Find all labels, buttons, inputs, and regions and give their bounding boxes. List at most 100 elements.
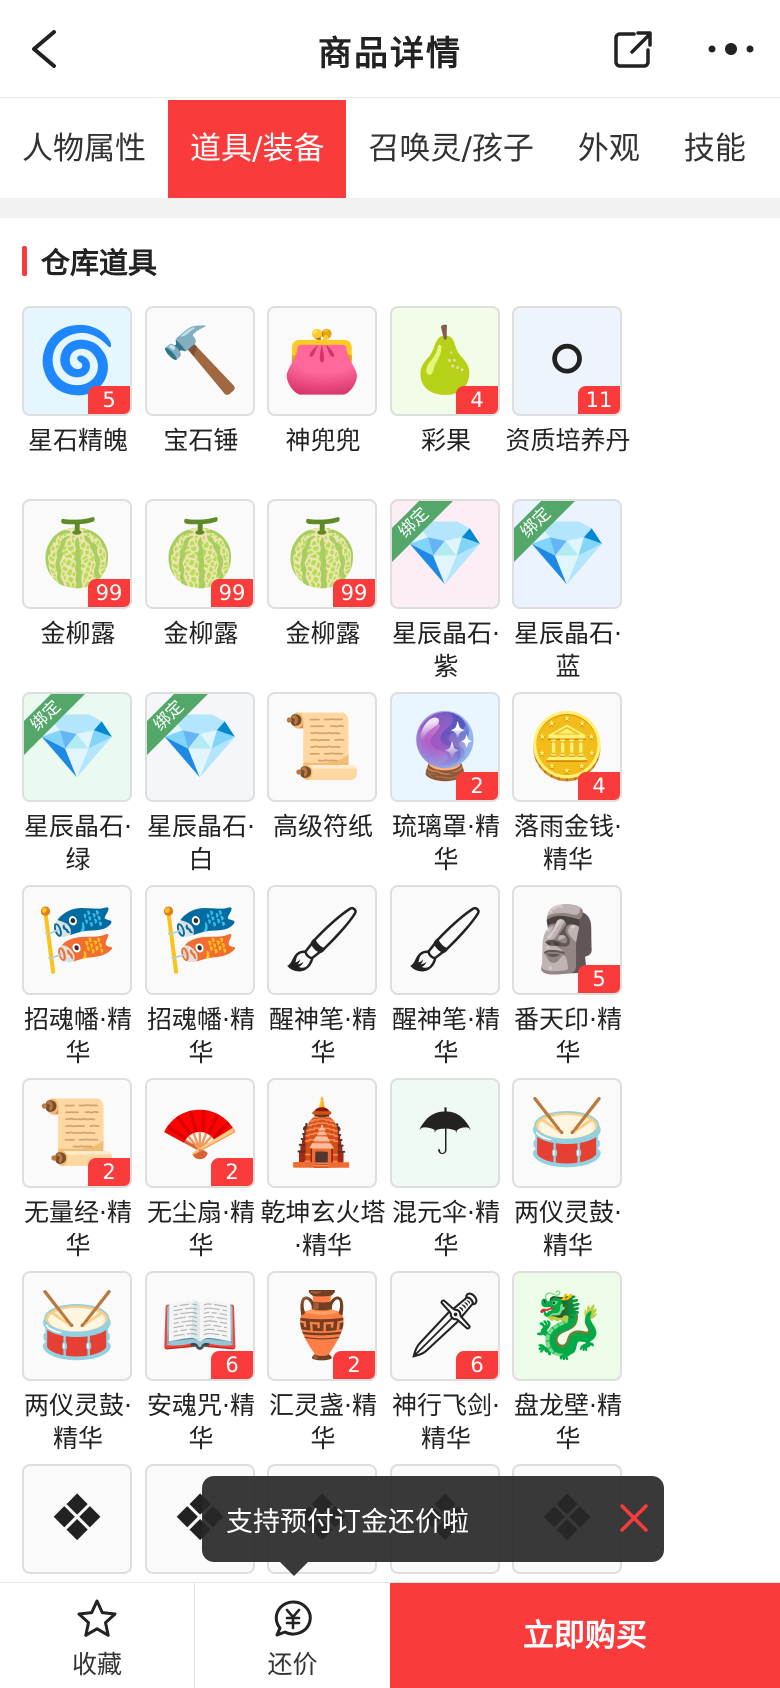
pearl-icon: ⚪ bbox=[540, 324, 594, 398]
close-icon[interactable] bbox=[616, 1500, 652, 1536]
tab-1[interactable]: 道具/装备 bbox=[168, 100, 347, 198]
gourd-icon: 🍈 bbox=[37, 517, 117, 591]
tab-3[interactable]: 外观 bbox=[556, 100, 662, 198]
item-thumbnail: ⚪ 11 bbox=[512, 306, 622, 416]
item-thumbnail: 🪭 2 bbox=[145, 1078, 255, 1188]
item-thumbnail: 📜 bbox=[267, 692, 377, 802]
item-count-badge: 5 bbox=[88, 386, 130, 414]
item-count-badge: 2 bbox=[456, 772, 498, 800]
toast-message: 支持预付订金还价啦 bbox=[226, 1507, 469, 1538]
book-icon: 📖 bbox=[160, 1289, 240, 1363]
gourd-icon: 🍈 bbox=[282, 517, 362, 591]
favorite-label: 收藏 bbox=[71, 1650, 122, 1679]
item-name: 星辰晶石·白 bbox=[147, 812, 255, 874]
item-count-badge: 99 bbox=[211, 579, 253, 607]
item-name: 金柳露 bbox=[285, 619, 361, 648]
bargain-toast: 支持预付订金还价啦 bbox=[202, 1476, 664, 1576]
item-thumbnail: 📜 2 bbox=[22, 1078, 132, 1188]
item-name: 星辰晶石·绿 bbox=[24, 812, 132, 874]
item-name: 落雨金钱·精华 bbox=[514, 812, 622, 874]
seal-icon: 🗿 bbox=[527, 903, 607, 977]
item-thumbnail: 💎 绑定 bbox=[22, 692, 132, 802]
item-name: 招魂幡·精华 bbox=[24, 1005, 132, 1067]
item-name: 星辰晶石·紫 bbox=[392, 619, 500, 681]
item-name: 安魂咒·精华 bbox=[147, 1391, 255, 1453]
item-name: 招魂幡·精华 bbox=[147, 1005, 255, 1067]
bargain-button[interactable]: 还价 bbox=[195, 1583, 390, 1688]
item-thumbnail: 🔨 bbox=[145, 306, 255, 416]
item-thumbnail: 🏺 2 bbox=[267, 1271, 377, 1381]
item-count-badge: 99 bbox=[88, 579, 130, 607]
item-name: 神行飞剑·精华 bbox=[392, 1391, 500, 1453]
item-count-badge: 11 bbox=[578, 386, 620, 414]
brush-icon: 🖌 bbox=[281, 903, 363, 977]
item-count-badge: 6 bbox=[211, 1351, 253, 1379]
banner-icon: 🎏 bbox=[160, 903, 240, 977]
item-thumbnail: 🍈 99 bbox=[267, 499, 377, 609]
item-thumbnail: 🐉 bbox=[512, 1271, 622, 1381]
more-icon[interactable] bbox=[706, 26, 756, 72]
brush-icon: 🖌 bbox=[404, 903, 486, 977]
lamp-icon: 🏺 bbox=[282, 1289, 362, 1363]
fruit-icon: 🍐 bbox=[405, 324, 485, 398]
item-name: 盘龙壁·精华 bbox=[514, 1391, 622, 1453]
star-icon bbox=[77, 1599, 117, 1637]
item-count-badge: 4 bbox=[456, 386, 498, 414]
tab-2[interactable]: 召唤灵/孩子 bbox=[346, 100, 555, 198]
item-name: 资质培养丹 bbox=[505, 426, 631, 455]
tab-0[interactable]: 人物属性 bbox=[0, 100, 168, 198]
glaze-cover-icon: 🔮 bbox=[405, 710, 485, 784]
item-count-badge: 2 bbox=[211, 1158, 253, 1186]
item-name: 醒神笔·精华 bbox=[392, 1005, 500, 1067]
item-name: 星辰晶石·蓝 bbox=[514, 619, 622, 681]
item-thumbnail: 💎 绑定 bbox=[512, 499, 622, 609]
item-name: 神兜兜 bbox=[285, 426, 361, 455]
tab-4[interactable]: 技能 bbox=[662, 100, 768, 198]
drum-icon: 🥁 bbox=[527, 1096, 607, 1170]
divider bbox=[0, 198, 780, 218]
item-name: 星石精魄 bbox=[27, 426, 128, 455]
section-accent-bar bbox=[22, 246, 27, 276]
item-thumbnail: ❖ bbox=[22, 1464, 132, 1574]
item-count-badge: 2 bbox=[333, 1351, 375, 1379]
item-name: 高级符纸 bbox=[272, 812, 373, 841]
gold-coin-icon: 🪙 bbox=[527, 710, 607, 784]
item-thumbnail: 🎏 bbox=[145, 885, 255, 995]
item-name: 金柳露 bbox=[40, 619, 116, 648]
top-navigation-bar: 商品详情 bbox=[0, 0, 780, 98]
item-name: 宝石锤 bbox=[163, 426, 239, 455]
section-header: 仓库道具 bbox=[22, 244, 157, 280]
item-count-badge: 2 bbox=[88, 1158, 130, 1186]
umbrella-icon: ☂ bbox=[416, 1096, 474, 1170]
item-thumbnail: 🛕 bbox=[267, 1078, 377, 1188]
item-thumbnail: 💎 绑定 bbox=[145, 692, 255, 802]
gourd-icon: 🍈 bbox=[160, 517, 240, 591]
item-thumbnail: 🍐 4 bbox=[390, 306, 500, 416]
item-name: 琉璃罩·精华 bbox=[392, 812, 500, 874]
item-thumbnail: 🍈 99 bbox=[22, 499, 132, 609]
scroll-icon: 📜 bbox=[37, 1096, 117, 1170]
item-count-badge: 4 bbox=[578, 772, 620, 800]
item-thumbnail: 🔮 2 bbox=[390, 692, 500, 802]
item-thumbnail: 👛 bbox=[267, 306, 377, 416]
item-count-badge: 5 bbox=[578, 965, 620, 993]
item-thumbnail: 💎 绑定 bbox=[390, 499, 500, 609]
item-thumbnail: 🖌 bbox=[267, 885, 377, 995]
pouch-icon: 👛 bbox=[282, 324, 362, 398]
item-name: 乾坤玄火塔·精华 bbox=[260, 1198, 386, 1260]
page-title: 商品详情 bbox=[318, 34, 462, 74]
hammer-icon: 🔨 bbox=[160, 324, 240, 398]
share-icon[interactable] bbox=[610, 26, 656, 72]
category-tabs: 人物属性 道具/装备 召唤灵/孩子 外观 技能 bbox=[0, 100, 780, 198]
favorite-button[interactable]: 收藏 bbox=[0, 1583, 195, 1688]
item-name: 金柳露 bbox=[163, 619, 239, 648]
item-name: 混元伞·精华 bbox=[392, 1198, 500, 1260]
item-name: 番天印·精华 bbox=[514, 1005, 622, 1067]
item-count-badge: 6 bbox=[456, 1351, 498, 1379]
buy-now-button[interactable]: 立即购买 bbox=[390, 1583, 780, 1688]
item-thumbnail: 🗿 5 bbox=[512, 885, 622, 995]
item-name: 无尘扇·精华 bbox=[147, 1198, 255, 1260]
fan-icon: 🪭 bbox=[160, 1096, 240, 1170]
item-count-badge: 99 bbox=[333, 579, 375, 607]
item-name: 无量经·精华 bbox=[24, 1198, 132, 1260]
